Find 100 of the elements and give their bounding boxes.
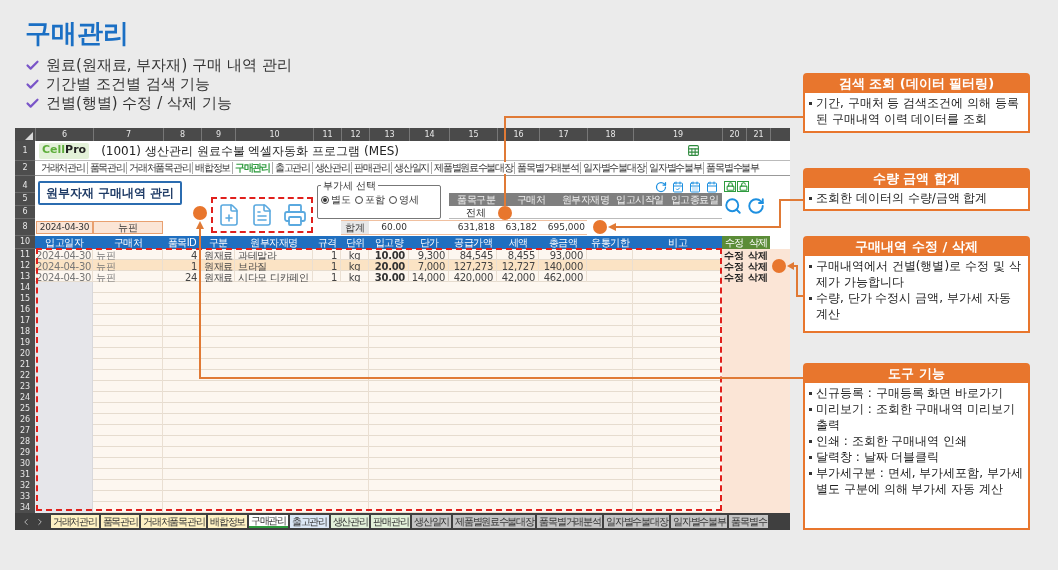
callout-title: 구매내역 수정 / 삭제 [805, 238, 1028, 256]
row-number: 24 [15, 392, 35, 405]
row-number: 2 [15, 161, 35, 176]
table-header: 단위 [341, 236, 369, 249]
menu-link[interactable]: 품목별수불부 [703, 162, 761, 174]
search-header: 입고시작일 [615, 193, 665, 206]
menu-link[interactable]: 제품별원료수불대장 [431, 162, 515, 174]
column-header[interactable]: 19 [633, 128, 722, 141]
search-icon[interactable] [724, 197, 742, 215]
callout-text: 미리보기 : 조회한 구매내역 미리보기 출력 [816, 401, 1017, 433]
sheet-tab[interactable]: 출고관리 [289, 515, 329, 528]
menu-link[interactable]: 출고관리 [271, 162, 312, 174]
column-header[interactable]: 6 [35, 128, 93, 141]
row-number: 32 [15, 480, 35, 493]
menu-link[interactable]: 거래처관리 [39, 162, 87, 174]
menu-link[interactable]: 생산관리 [311, 162, 352, 174]
sheet-tab[interactable]: 품목별거래분석 [537, 515, 603, 528]
row-number: 18 [15, 326, 35, 339]
supplier-field[interactable]: 뉴핀 [93, 221, 163, 234]
bullet-icon [809, 440, 812, 443]
sheet-tab[interactable]: 배합정보 [208, 515, 248, 528]
vat-radio[interactable]: 별도 [321, 194, 351, 206]
column-header[interactable]: 12 [341, 128, 369, 141]
sheet-tab[interactable]: 구매관리 [249, 515, 288, 528]
sheet-tab[interactable]: 제품별원료수불대장 [453, 515, 536, 528]
table-header: 구분 [201, 236, 235, 249]
row-number: 26 [15, 414, 35, 427]
scroll-right-icon[interactable] [35, 516, 45, 527]
total-tax: 63,182 [497, 220, 539, 235]
vat-radio[interactable]: 영세 [389, 194, 419, 206]
callout-text: 구매내역에서 건별(행별)로 수정 및 삭제가 가능합니다 [816, 258, 1022, 290]
refresh-icon[interactable] [747, 197, 765, 215]
row-number: 20 [15, 348, 35, 361]
column-header[interactable]: 18 [587, 128, 633, 141]
callout-text: 신규등록 : 구매등록 화면 바로가기 [816, 385, 1004, 401]
sheet-tab[interactable]: 품목관리 [100, 515, 140, 528]
column-header[interactable]: 15 [449, 128, 497, 141]
search-header: 입고종료일 [669, 193, 720, 206]
column-header[interactable]: 14 [409, 128, 449, 141]
calendar-icon[interactable] [706, 180, 718, 193]
row-number: 1 [15, 141, 35, 161]
sheet-tab[interactable]: 생산일지 [412, 515, 452, 528]
column-header[interactable]: 20 [722, 128, 746, 141]
marker-dot [193, 206, 207, 220]
menu-link[interactable]: 판매관리 [351, 162, 392, 174]
column-header[interactable]: 16 [497, 128, 539, 141]
column-header[interactable]: 17 [539, 128, 587, 141]
menu-link[interactable]: 거래처품목관리 [126, 162, 193, 174]
refresh-icon[interactable] [655, 180, 667, 193]
marker-dot [593, 220, 607, 234]
unlock-icon[interactable] [737, 181, 749, 192]
calendar-icon[interactable] [689, 180, 701, 193]
row-number: 5 [15, 193, 35, 206]
bullet-icon [809, 456, 812, 459]
column-header[interactable]: 21 [746, 128, 770, 141]
menu-link[interactable]: 일자별수불부 [646, 162, 704, 174]
menu-link[interactable]: 생산일지 [391, 162, 432, 174]
lock-icon[interactable] [724, 181, 736, 192]
column-header[interactable]: 8 [163, 128, 201, 141]
sheet-tab[interactable]: 거래처품목관리 [141, 515, 207, 528]
document-icon[interactable] [250, 202, 274, 227]
bullet-icon [809, 197, 812, 200]
sheet-tab[interactable]: 판매관리 [371, 515, 411, 528]
total-amount: 695,000 [539, 220, 587, 235]
row-number: 8 [15, 219, 35, 236]
spreadsheet-icon[interactable] [687, 144, 700, 157]
column-header[interactable]: 13 [369, 128, 409, 141]
sheet-tab[interactable]: 일자별수불부 [671, 515, 728, 528]
calendar-check-icon[interactable] [672, 180, 684, 193]
menu-link[interactable]: 배합정보 [192, 162, 233, 174]
row-number: 27 [15, 425, 35, 438]
marker-dot [772, 259, 786, 273]
menu-link[interactable]: 품목별거래분석 [514, 162, 581, 174]
sheet-tab[interactable]: 거래처관리 [51, 515, 99, 528]
vat-option-legend: 부가세 선택 [321, 180, 379, 191]
printer-icon[interactable] [282, 202, 307, 227]
column-header[interactable]: 10 [235, 128, 313, 141]
callout-text: 달력창 : 날짜 더블클릭 [816, 449, 940, 465]
bullet-icon [809, 408, 812, 411]
vat-radio[interactable]: 포함 [355, 194, 385, 206]
menu-link[interactable]: 구매관리 [232, 162, 272, 174]
search-field[interactable]: 전체 [466, 206, 487, 219]
date-field[interactable]: 2024-04-30 [36, 221, 93, 234]
total-quantity: 60.00 [369, 220, 409, 235]
column-header[interactable]: 9 [201, 128, 235, 141]
sheet-tab[interactable]: 품목별수 [729, 515, 769, 528]
menu-link[interactable]: 일자별수불대장 [580, 162, 647, 174]
bullet-icon [809, 472, 812, 475]
row-number: 31 [15, 469, 35, 482]
column-header[interactable]: 7 [93, 128, 163, 141]
sheet-tab[interactable]: 생산관리 [330, 515, 370, 528]
bullet-icon [809, 265, 812, 268]
row-number: 10 [15, 236, 35, 249]
column-header[interactable]: 11 [313, 128, 341, 141]
radio-icon[interactable] [321, 196, 329, 204]
scroll-left-icon[interactable] [21, 516, 31, 527]
menu-link[interactable]: 품목관리 [86, 162, 127, 174]
table-header: 입고량 [369, 236, 409, 249]
table-header: 공급가액 [449, 236, 497, 249]
sheet-tab[interactable]: 일자별수불대장 [604, 515, 670, 528]
